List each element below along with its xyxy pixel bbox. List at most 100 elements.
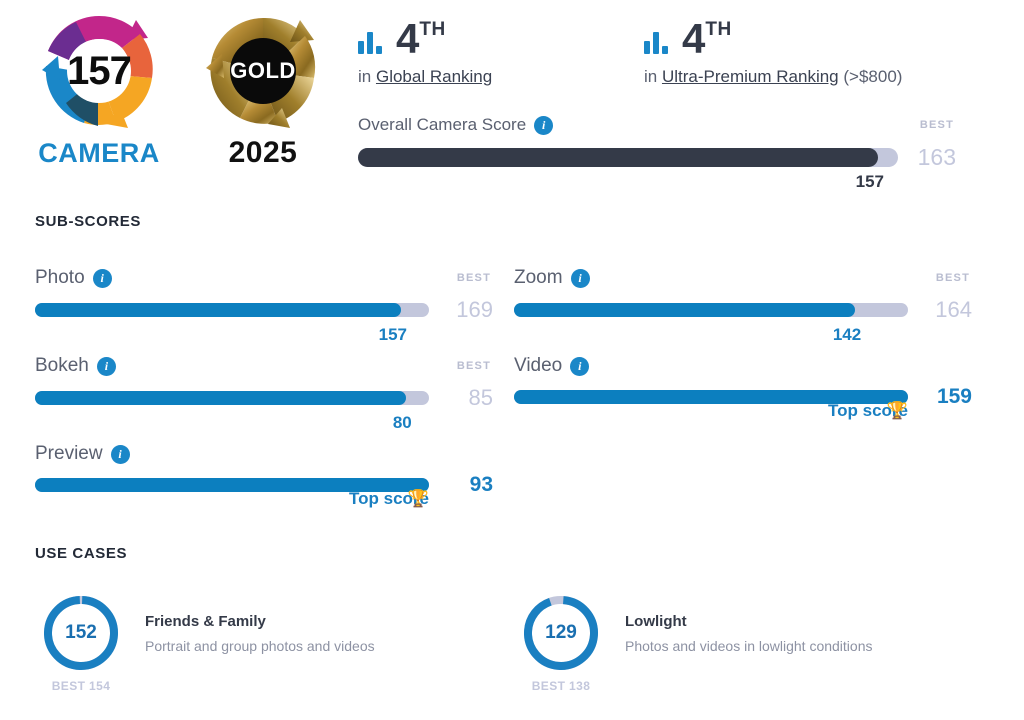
subscore-best-label: BEST	[456, 272, 491, 284]
info-icon[interactable]: i	[92, 268, 112, 288]
usecase-title: Friends & Family	[145, 613, 266, 630]
subscore-value-row: 80	[35, 413, 429, 437]
global-ranking-link[interactable]: Global Ranking	[376, 67, 492, 86]
subscore-track	[35, 391, 429, 405]
info-icon[interactable]: i	[570, 356, 590, 376]
overall-score-bar-row: 163	[358, 144, 968, 171]
ultra-premium-ranking-link[interactable]: Ultra-Premium Ranking	[662, 67, 839, 86]
subscores-section-title: SUB-SCORES	[35, 213, 142, 230]
subscore-best-label: BEST	[456, 360, 491, 372]
info-icon[interactable]: i	[570, 268, 590, 288]
subscore-track	[35, 303, 429, 317]
camera-score-badge: 157 CAMERA	[28, 8, 170, 170]
usecase-description: Portrait and group photos and videos	[145, 638, 375, 654]
global-rank-number: 4	[396, 15, 420, 62]
subscore-label: Zoom	[514, 267, 563, 288]
subscore-name: Video i	[514, 355, 590, 377]
dxomark-logo-icon: 157	[36, 8, 162, 134]
subscore-label: Photo	[35, 267, 85, 288]
ranking-headline: 4 TH	[358, 18, 644, 60]
subscore-fill	[514, 303, 856, 317]
subscore-best-label: BEST	[935, 272, 970, 284]
trophy-icon: 🏆	[407, 489, 429, 508]
info-icon[interactable]: i	[534, 115, 554, 135]
usecase-text: Lowlight Photos and videos in lowlight c…	[625, 593, 873, 654]
subscore-header: Preview i	[35, 442, 505, 466]
subscore-bar-row: 93	[35, 473, 505, 497]
dxomark-camera-scorecard: 157 CAMERA GOLD 2025 4 TH in Global Rank…	[0, 0, 1024, 720]
subscore-value: 93	[469, 473, 493, 496]
usecase-donut-chart: 129 BEST 138	[521, 593, 601, 693]
camera-score-value: 157	[67, 48, 132, 93]
overall-score-value-row: 157	[358, 172, 898, 194]
ultra-premium-price-note: (>$800)	[838, 67, 903, 86]
subscore-bar-row: 159	[514, 385, 984, 409]
usecase-friends-family: 152 BEST 154 Friends & Family Portrait a…	[41, 593, 375, 693]
subscore-track	[514, 303, 908, 317]
ultra-premium-ranking-prefix: in	[644, 67, 662, 86]
subscore-name: Preview i	[35, 443, 130, 465]
overall-score-title: Overall Camera Score i	[358, 115, 554, 135]
overall-best-label: BEST	[919, 119, 954, 131]
subscore-header: Zoom i BEST	[514, 266, 984, 290]
ranking-headline: 4 TH	[644, 18, 930, 60]
usecases-section-title: USE CASES	[35, 545, 128, 562]
gold-award-badge: GOLD 2025	[192, 8, 334, 170]
bar-chart-icon	[644, 32, 670, 59]
global-ranking-sub: in Global Ranking	[358, 67, 644, 87]
subscore-header: Bokeh i BEST	[35, 354, 505, 378]
subscore-name: Zoom i	[514, 267, 590, 289]
subscore-bar-row: 164	[514, 297, 984, 323]
subscore-best-value: 85	[468, 385, 493, 410]
subscore-row-photo: Photo i BEST 169 157	[35, 266, 505, 349]
overall-score-label: Overall Camera Score	[358, 115, 527, 134]
award-year: 2025	[228, 136, 298, 169]
ultra-premium-ranking-sub: in Ultra-Premium Ranking (>$800)	[644, 67, 930, 87]
usecase-best: BEST 138	[531, 679, 591, 693]
subscore-label: Preview	[35, 443, 103, 464]
subscore-fill	[35, 303, 402, 317]
overall-score-header: Overall Camera Score i BEST	[358, 115, 968, 135]
ultra-premium-rank-position: 4 TH	[682, 18, 732, 60]
subscore-label: Bokeh	[35, 355, 89, 376]
global-rank-position: 4 TH	[396, 18, 446, 60]
subscore-value: 142	[832, 325, 862, 344]
subscore-row-zoom: Zoom i BEST 164 142	[514, 266, 984, 349]
subscore-bar-row: 169	[35, 297, 505, 323]
subscore-value: 80	[392, 413, 412, 432]
overall-score-value: 157	[855, 172, 885, 191]
trophy-icon: 🏆	[886, 401, 908, 420]
subscore-row-video: Video i 159 Top score 🏆	[514, 354, 984, 435]
usecase-description: Photos and videos in lowlight conditions	[625, 638, 873, 654]
usecase-donut-chart: 152 BEST 154	[41, 593, 121, 693]
subscore-value-row: 157	[35, 325, 429, 349]
badge-group: 157 CAMERA GOLD 2025	[28, 8, 334, 170]
usecase-text: Friends & Family Portrait and group phot…	[145, 593, 375, 654]
gold-award-label: GOLD	[230, 58, 296, 83]
subscore-bar-row: 85	[35, 385, 505, 411]
subscore-row-preview: Preview i 93 Top score 🏆	[35, 442, 505, 523]
ranking-group: 4 TH in Global Ranking 4 TH in Ultra-Pre…	[358, 18, 930, 87]
usecase-value: 129	[545, 622, 577, 643]
global-ranking-block: 4 TH in Global Ranking	[358, 18, 644, 87]
overall-score-fill	[358, 148, 879, 167]
info-icon[interactable]: i	[96, 356, 116, 376]
overall-best-value: 163	[917, 144, 956, 170]
subscore-value-row: Top score 🏆	[514, 401, 908, 435]
usecase-value: 152	[65, 622, 97, 643]
subscore-value-row: 142	[514, 325, 908, 349]
header: 157 CAMERA GOLD 2025 4 TH in Global Rank…	[0, 0, 1024, 200]
subscore-name: Bokeh i	[35, 355, 116, 377]
global-rank-ordinal: TH	[419, 19, 446, 40]
ultra-premium-rank-number: 4	[682, 15, 706, 62]
overall-score-track	[358, 148, 898, 167]
subscore-value: 159	[936, 385, 972, 408]
ultra-premium-rank-ordinal: TH	[705, 19, 732, 40]
subscore-header: Photo i BEST	[35, 266, 505, 290]
subscore-value-row: Top score 🏆	[35, 489, 429, 523]
subscore-value: 157	[378, 325, 408, 344]
overall-camera-score: Overall Camera Score i BEST 163 157	[358, 115, 968, 194]
info-icon[interactable]: i	[110, 444, 130, 464]
subscore-best-value: 169	[456, 297, 493, 322]
subscore-label: Video	[514, 355, 563, 376]
